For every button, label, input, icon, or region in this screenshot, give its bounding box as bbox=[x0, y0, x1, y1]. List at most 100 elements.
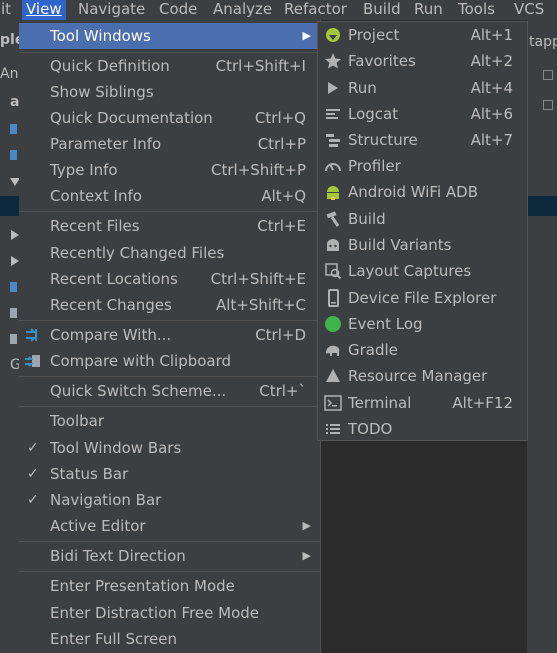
tool-windows-submenu: Project Alt+1 Favorites Alt+2 Run Alt+4 … bbox=[317, 21, 528, 441]
menu-item-tool-windows[interactable]: Tool Windows ▶ bbox=[19, 23, 320, 49]
menu-item-compare-with-clipboard[interactable]: Compare with Clipboard bbox=[19, 348, 320, 374]
menu-separator bbox=[19, 541, 320, 542]
submenu-item-label: TODO bbox=[348, 420, 393, 438]
menu-refactor[interactable]: Refactor bbox=[280, 0, 351, 20]
submenu-item-build-variants[interactable]: Build Variants bbox=[318, 232, 527, 258]
menu-item-shortcut: Ctrl+` bbox=[259, 382, 306, 400]
menu-item-recently-changed-files[interactable]: Recently Changed Files bbox=[19, 240, 320, 266]
menu-view-label: View bbox=[26, 0, 62, 18]
menu-build[interactable]: Build bbox=[359, 0, 405, 20]
menu-separator bbox=[19, 571, 320, 572]
menu-item-navigation-bar[interactable]: ✓ Navigation Bar bbox=[19, 487, 320, 513]
menu-item-label: Enter Presentation Mode bbox=[50, 577, 235, 595]
menu-item-label: Context Info bbox=[50, 187, 142, 205]
submenu-item-terminal[interactable]: Terminal Alt+F12 bbox=[318, 390, 527, 416]
menu-item-quick-switch-scheme[interactable]: Quick Switch Scheme... Ctrl+` bbox=[19, 378, 320, 404]
menu-run[interactable]: Run bbox=[410, 0, 447, 20]
submenu-item-logcat[interactable]: Logcat Alt+6 bbox=[318, 101, 527, 127]
menu-item-quick-definition[interactable]: Quick Definition Ctrl+Shift+I bbox=[19, 53, 320, 79]
menu-view[interactable]: View bbox=[22, 0, 66, 20]
menu-item-show-siblings[interactable]: Show Siblings bbox=[19, 79, 320, 105]
checkmark-icon: ✓ bbox=[27, 466, 39, 482]
ide-selected-row-left bbox=[0, 196, 19, 216]
menu-item-recent-files[interactable]: Recent Files Ctrl+E bbox=[19, 213, 320, 239]
menu-item-shortcut: Ctrl+Q bbox=[254, 109, 306, 127]
toolbar-icon[interactable] bbox=[543, 70, 553, 80]
gauge-icon bbox=[325, 163, 341, 172]
collapse-arrow-icon[interactable] bbox=[11, 256, 19, 266]
menu-item-toolbar[interactable]: Toolbar bbox=[19, 408, 320, 434]
menu-item-shortcut: Ctrl+P bbox=[257, 135, 306, 153]
menu-item-quick-documentation[interactable]: Quick Documentation Ctrl+Q bbox=[19, 105, 320, 131]
submenu-item-label: Android WiFi ADB bbox=[348, 183, 479, 201]
menu-edit-fragment[interactable]: it bbox=[0, 0, 15, 20]
submenu-item-run[interactable]: Run Alt+4 bbox=[318, 75, 527, 101]
menu-item-label: Recent Changes bbox=[50, 296, 172, 314]
menu-item-bidi-text-direction[interactable]: Bidi Text Direction ▶ bbox=[19, 543, 320, 569]
submenu-item-label: Device File Explorer bbox=[348, 289, 497, 307]
file-icon bbox=[10, 308, 17, 318]
submenu-item-shortcut: Alt+2 bbox=[470, 52, 513, 70]
menu-item-label: Navigation Bar bbox=[50, 491, 162, 509]
file-icon bbox=[10, 282, 17, 292]
submenu-item-todo[interactable]: TODO bbox=[318, 416, 527, 442]
menu-item-compare-with[interactable]: Compare With... Ctrl+D bbox=[19, 322, 320, 348]
menu-item-label: Type Info bbox=[50, 161, 118, 179]
file-icon bbox=[10, 334, 17, 344]
menu-code[interactable]: Code bbox=[155, 0, 201, 20]
submenu-item-favorites[interactable]: Favorites Alt+2 bbox=[318, 48, 527, 74]
submenu-item-label: Run bbox=[348, 79, 377, 97]
submenu-item-layout-captures[interactable]: Layout Captures bbox=[318, 258, 527, 284]
menu-item-tool-window-bars[interactable]: ✓ Tool Window Bars bbox=[19, 435, 320, 461]
menu-item-active-editor[interactable]: Active Editor ▶ bbox=[19, 513, 320, 539]
build-variants-icon bbox=[327, 239, 339, 251]
menu-item-label: Compare with Clipboard bbox=[50, 352, 232, 370]
menu-item-label: Recently Changed Files bbox=[50, 244, 225, 262]
menu-item-shortcut: Ctrl+Shift+I bbox=[215, 57, 306, 75]
checkmark-icon: ✓ bbox=[27, 492, 39, 508]
compare-clipboard-icon bbox=[25, 355, 40, 367]
menu-item-recent-changes[interactable]: Recent Changes Alt+Shift+C bbox=[19, 292, 320, 318]
ide-background-right bbox=[527, 20, 557, 653]
file-icon bbox=[10, 124, 17, 134]
menu-analyze[interactable]: Analyze bbox=[209, 0, 276, 20]
gradle-elephant-icon bbox=[326, 345, 340, 356]
submenu-item-label: Logcat bbox=[348, 105, 399, 123]
menu-tools[interactable]: Tools bbox=[454, 0, 499, 20]
submenu-item-shortcut: Alt+F12 bbox=[452, 394, 513, 412]
menu-vcs[interactable]: VCS bbox=[510, 0, 548, 20]
submenu-item-event-log[interactable]: Event Log bbox=[318, 311, 527, 337]
submenu-item-profiler[interactable]: Profiler bbox=[318, 153, 527, 179]
menu-item-enter-presentation-mode[interactable]: Enter Presentation Mode bbox=[19, 573, 320, 599]
menu-item-enter-distraction-free-mode[interactable]: Enter Distraction Free Mode bbox=[19, 600, 320, 626]
play-icon bbox=[328, 82, 338, 94]
submenu-item-resource-manager[interactable]: Resource Manager bbox=[318, 363, 527, 389]
submenu-item-structure[interactable]: Structure Alt+7 bbox=[318, 127, 527, 153]
menu-item-parameter-info[interactable]: Parameter Info Ctrl+P bbox=[19, 131, 320, 157]
submenu-item-device-file-explorer[interactable]: Device File Explorer bbox=[318, 285, 527, 311]
menu-separator bbox=[19, 406, 320, 407]
submenu-item-gradle[interactable]: Gradle bbox=[318, 337, 527, 363]
menu-item-enter-full-screen[interactable]: Enter Full Screen bbox=[19, 626, 320, 652]
submenu-item-shortcut: Alt+1 bbox=[470, 26, 513, 44]
menu-item-recent-locations[interactable]: Recent Locations Ctrl+Shift+E bbox=[19, 266, 320, 292]
menu-item-label: Active Editor bbox=[50, 517, 146, 535]
menu-item-context-info[interactable]: Context Info Alt+Q bbox=[19, 183, 320, 209]
menu-bar: it View Navigate Code Analyze Refactor B… bbox=[0, 0, 557, 20]
android-project-icon bbox=[326, 28, 340, 42]
submenu-item-android-wifi-adb[interactable]: Android WiFi ADB bbox=[318, 179, 527, 205]
menu-item-label: Quick Switch Scheme... bbox=[50, 382, 227, 400]
menu-item-label: Tool Windows bbox=[50, 27, 151, 45]
menu-item-type-info[interactable]: Type Info Ctrl+Shift+P bbox=[19, 157, 320, 183]
toolbar-icon[interactable] bbox=[543, 100, 553, 110]
submenu-item-project[interactable]: Project Alt+1 bbox=[318, 22, 527, 48]
collapse-arrow-icon[interactable] bbox=[11, 230, 19, 240]
submenu-arrow-icon: ▶ bbox=[302, 519, 311, 532]
submenu-item-label: Event Log bbox=[348, 315, 423, 333]
submenu-item-build[interactable]: Build bbox=[318, 206, 527, 232]
menu-navigate[interactable]: Navigate bbox=[74, 0, 149, 20]
submenu-item-shortcut: Alt+4 bbox=[470, 79, 513, 97]
submenu-item-label: Build bbox=[348, 210, 386, 228]
menu-item-status-bar[interactable]: ✓ Status Bar bbox=[19, 461, 320, 487]
compare-icon bbox=[26, 328, 37, 342]
